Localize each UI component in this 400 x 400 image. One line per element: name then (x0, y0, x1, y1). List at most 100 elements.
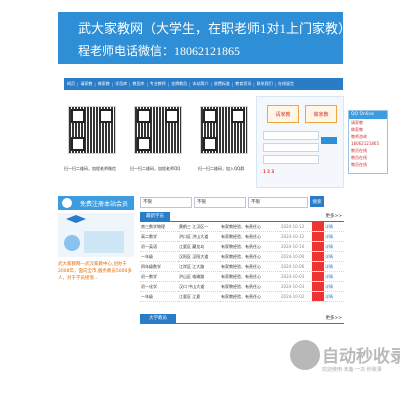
nav-item[interactable]: 在线留言 (278, 81, 294, 87)
watermark-logo-icon (290, 340, 320, 370)
details-link[interactable]: 详情 (324, 241, 344, 252)
password-field[interactable] (263, 143, 319, 152)
nav-item[interactable]: 收费标准 (214, 81, 230, 87)
nav-item[interactable]: 学员库 (115, 81, 127, 87)
nav-item[interactable]: 教员库 (132, 81, 144, 87)
details-link[interactable]: 详情 (324, 271, 344, 282)
more-link[interactable]: 更多>> (325, 213, 342, 219)
qq-link[interactable]: 做家教 (349, 126, 387, 133)
filter-select-3[interactable]: 不限 (248, 197, 308, 208)
login-button[interactable] (321, 137, 337, 144)
cell-location: 江岸区 江大路 (178, 261, 220, 272)
qr-code-qq-group (200, 106, 248, 154)
qq-online-title: QQ Online (349, 111, 387, 119)
cell-subject: 初一英语 (140, 241, 178, 252)
qr-caption-group: 扫一扫二维码，加入QQ群 (198, 166, 245, 171)
cell-location: 汉口 中山大道 (178, 281, 220, 292)
main-nav: 网页 | 请家教 | 做家教 | 学员库 | 教员库 | 专业教师 | 金牌教员 | 本站简介… (64, 78, 343, 90)
cell-subject: 高二数学 (140, 231, 178, 242)
sidebar-graphic (58, 213, 134, 257)
table-row[interactable]: 初一化学 汉口 中山大道 有家教经验、有责任心 2024-10-03 详情 (140, 281, 344, 292)
status-badge (312, 271, 324, 282)
nav-item[interactable]: 网页 (67, 81, 75, 87)
search-filter: 不限 不限 不限 搜索 (140, 196, 344, 208)
qr-caption-wechat: 扫一扫二维码，加程老师微信 (64, 166, 116, 171)
details-link[interactable]: 详情 (324, 231, 344, 242)
banner-title: 武大家教网（大学生，在职老师1对1上门家教） (78, 21, 352, 36)
cell-date: 2024-10-12 (280, 222, 312, 232)
qq-phone: 18062121865 (351, 141, 379, 146)
cell-requirement: 有家教经验、有责任心 (220, 271, 280, 282)
status-badge (312, 222, 324, 232)
cell-requirement: 有家教经验、有责任心 (220, 291, 280, 302)
request-tutor-button[interactable]: 请家教 (267, 105, 299, 123)
filter-select-2[interactable]: 不限 (194, 197, 246, 208)
register-header[interactable]: 免费注册本站会员 (58, 196, 134, 210)
table-row[interactable]: 初一英语 江夏区 藏龙岛 有家教经验、有责任心 2024-10-10 详情 (140, 241, 344, 252)
table-row[interactable]: 南三数学物理 黄鹤三 江汉区一 有家教经验、有责任心 2024-10-12 详情 (140, 222, 344, 232)
nav-item[interactable]: 金牌教员 (171, 81, 187, 87)
nav-item[interactable]: 本站简介 (193, 81, 209, 87)
search-button[interactable]: 搜索 (310, 196, 324, 207)
nav-item[interactable]: 联系我们 (257, 81, 273, 87)
status-badge (312, 291, 324, 302)
captcha-field[interactable] (263, 155, 319, 164)
nav-item[interactable]: 教育资讯 (235, 81, 251, 87)
cell-date: 2024-10-06 (280, 261, 312, 272)
qq-link[interactable]: 教员在线 (349, 161, 387, 168)
cell-subject: 一年级 (140, 251, 178, 262)
login-panel: 请家教 做家教 1 2 3 (256, 96, 344, 188)
nav-item[interactable]: 专业教师 (150, 81, 166, 87)
cell-requirement: 有家教经验、有责任心 (220, 222, 280, 232)
cell-subject: 南三数学物理 (140, 222, 178, 232)
nav-item[interactable]: 做家教 (98, 81, 110, 87)
details-link[interactable]: 详情 (324, 222, 344, 232)
table-row[interactable]: 初一数学 洪山区 珞瑜路 有家教经验、有责任心 2024-10-03 详情 (140, 271, 344, 282)
cell-date: 2024-10-10 (280, 241, 312, 252)
qq-online-panel: QQ Online 请家教 做家教 教师咨询 18062121865 教员在线 … (348, 110, 388, 174)
cell-requirement: 有家教经验、有责任心 (220, 251, 280, 262)
status-badge (312, 231, 324, 242)
more-link[interactable]: 更多>> (325, 315, 342, 321)
cell-requirement: 有家教经验、有责任心 (220, 281, 280, 292)
cell-date: 2024-10-02 (280, 291, 312, 302)
tab-latest-students[interactable]: 最新学员 (140, 212, 170, 221)
cell-location: 黄鹤三 江汉区一 (178, 222, 220, 232)
register-title: 免费注册本站会员 (80, 200, 129, 208)
details-link[interactable]: 详情 (324, 261, 344, 272)
tab-university-tutors[interactable]: 大学教员 (140, 314, 176, 323)
cell-location: 汉阳区 汉阳大道 (178, 251, 220, 262)
table-row[interactable]: 高二数学 洪口区 洪山大道 有家教经验、有责任心 2024-10-12 详情 (140, 231, 344, 242)
nav-item[interactable]: 请家教 (80, 81, 92, 87)
status-badge (312, 241, 324, 252)
details-link[interactable]: 详情 (324, 281, 344, 292)
cell-location: 洪山区 珞瑜路 (178, 271, 220, 282)
qq-link[interactable]: 教员在线 (349, 154, 387, 161)
captcha-code: 1 2 3 (263, 169, 275, 174)
cell-subject: 一年级 (140, 291, 178, 302)
filter-select-1[interactable]: 不限 (140, 197, 192, 208)
cell-date: 2024-10-03 (280, 271, 312, 282)
students-table: 南三数学物理 黄鹤三 江汉区一 有家教经验、有责任心 2024-10-12 详情… (140, 222, 344, 302)
table-row[interactable]: 一年级 汉阳区 汉阳大道 有家教经验、有责任心 2024-10-06 详情 (140, 251, 344, 262)
cell-subject: 初一化学 (140, 281, 178, 292)
cell-location: 洪口区 洪山大道 (178, 231, 220, 242)
cell-date: 2024-10-03 (280, 281, 312, 292)
qq-link[interactable]: 教师咨询 (349, 133, 387, 140)
qq-link[interactable]: 请家教 (349, 119, 387, 126)
banner-phone: 程老师电话微信：18062121865 (78, 44, 241, 58)
details-link[interactable]: 详情 (324, 251, 344, 262)
details-link[interactable]: 详情 (324, 291, 344, 302)
table-row[interactable]: 四年级数学 江岸区 江大路 有家教经验、有责任心 2024-10-06 详情 (140, 261, 344, 272)
table-row[interactable]: 一年级 江夏区 江夏 有家教经验、有责任心 2024-10-02 详情 (140, 291, 344, 302)
username-field[interactable] (263, 131, 319, 140)
status-badge (312, 251, 324, 262)
qq-link[interactable]: 教员在线 (349, 147, 387, 154)
cell-location: 江夏区 江夏 (178, 291, 220, 302)
watermark: 自动秒收录 欢迎使用·未备·一次·秒收录 (290, 340, 400, 390)
illustration-icon (64, 215, 124, 253)
cell-date: 2024-10-12 (280, 231, 312, 242)
cell-subject: 四年级数学 (140, 261, 178, 272)
cell-requirement: 有家教经验、有责任心 (220, 241, 280, 252)
become-tutor-button[interactable]: 做家教 (305, 105, 337, 123)
